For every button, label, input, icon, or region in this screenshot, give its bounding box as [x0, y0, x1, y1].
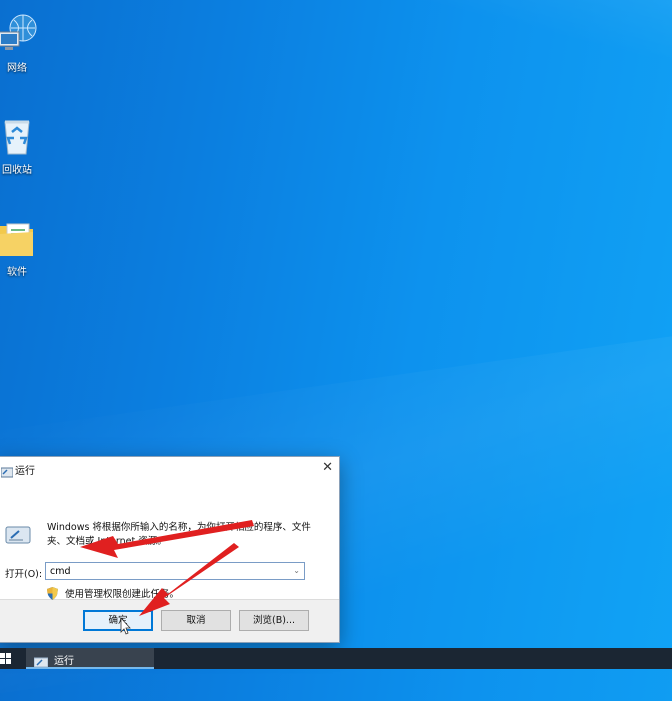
browse-button[interactable]: 浏览(B)... [239, 610, 309, 631]
open-label: 打开(O): [5, 569, 43, 580]
wallpaper-light-beam [415, 0, 672, 98]
admin-note-text: 使用管理权限创建此任务。 [65, 589, 180, 600]
run-dialog: 运行 ✕ Windows 将根据你所输入的名称，为你打开相应的程序、文件夹、文档… [0, 456, 340, 643]
windows-logo-icon [0, 653, 11, 664]
network-icon [0, 12, 39, 56]
dialog-title-bar[interactable]: 运行 ✕ [0, 457, 339, 481]
taskbar-item-run[interactable]: 运行 [26, 648, 154, 669]
folder-icon [0, 216, 39, 260]
cancel-button[interactable]: 取消 [161, 610, 231, 631]
dialog-button-row: 确定 取消 浏览(B)... [0, 607, 339, 641]
open-input-value: cmd [50, 566, 71, 577]
taskbar: 运行 [0, 648, 672, 669]
desktop-icon-label: 软件 [7, 267, 27, 278]
chevron-down-icon[interactable]: ⌄ [293, 566, 300, 575]
close-button[interactable]: ✕ [322, 460, 333, 475]
dialog-description: Windows 将根据你所输入的名称，为你打开相应的程序、文件夹、文档或 Int… [47, 522, 311, 547]
dialog-body: Windows 将根据你所输入的名称，为你打开相应的程序、文件夹、文档或 Int… [0, 481, 339, 600]
ok-button[interactable]: 确定 [83, 610, 153, 631]
desktop-icon-recycle-bin[interactable]: 回收站 [0, 114, 40, 176]
start-button[interactable] [0, 648, 18, 669]
desktop-icon-network[interactable]: 网络 [0, 12, 40, 74]
recycle-bin-icon [0, 114, 39, 158]
desktop-icon-label: 回收站 [2, 165, 32, 176]
uac-shield-icon [47, 586, 58, 603]
admin-privilege-note: 使用管理权限创建此任务。 [47, 586, 179, 603]
taskbar-item-label: 运行 [54, 656, 74, 667]
desktop-icon-software-folder[interactable]: 软件 [0, 216, 40, 278]
run-icon [0, 463, 14, 482]
open-command-input[interactable]: cmd ⌄ [45, 562, 305, 580]
run-icon [33, 653, 49, 672]
desktop-icon-label: 网络 [7, 63, 27, 74]
run-program-icon [5, 525, 31, 549]
dialog-title: 运行 [15, 466, 35, 477]
